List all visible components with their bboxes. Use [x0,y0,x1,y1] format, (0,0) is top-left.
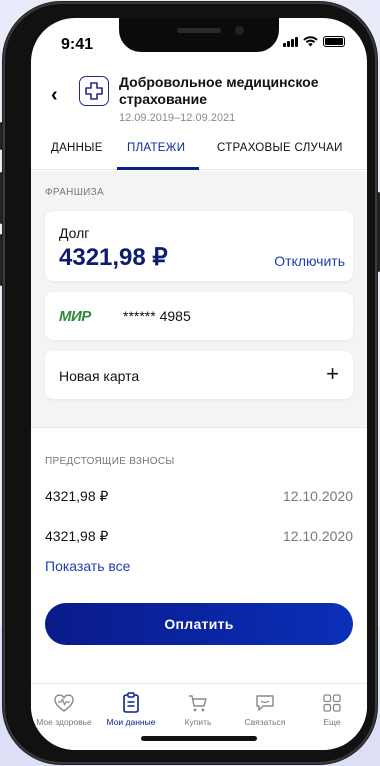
tab-payments[interactable]: ПЛАТЕЖИ [127,142,185,154]
nav-label: Купить [184,717,212,727]
debt-amount: 4321,98 ₽ [59,244,168,271]
card-number: ****** 4985 [123,308,191,324]
heart-pulse-icon [31,690,97,716]
payments-content: ФРАНШИЗА Долг 4321,98 ₽ Отключить МИР **… [31,171,367,683]
page-title: Добровольное медицинское страхование [119,74,319,107]
battery-icon [323,36,345,47]
disable-button[interactable]: Отключить [274,253,345,269]
nav-buy[interactable]: Купить [165,690,231,727]
cart-icon [165,690,231,716]
speaker [177,28,221,33]
medical-cross-icon [79,76,109,106]
mute-switch [0,122,3,150]
payment-date: 12.10.2020 [282,528,353,544]
nav-my-health[interactable]: Мое здоровье [31,690,97,727]
status-time: 9:41 [61,36,94,53]
payment-amount: 4321,98 ₽ [45,488,109,504]
payment-date: 12.10.2020 [282,488,353,504]
home-indicator [141,736,257,741]
signal-icon [283,37,298,47]
active-tab-indicator [117,167,199,170]
grid-icon [299,690,365,716]
policy-header: ‹ Добровольное медицинское страхование 1… [31,72,367,132]
volume-down-button [0,234,3,286]
app-screen: 9:41 ‹ Добровольное медицинское страхова… [31,18,367,750]
status-icons [283,36,345,47]
payment-row: 4321,98 ₽ 12.10.2020 [45,488,353,505]
chat-icon [232,690,298,716]
wifi-icon [303,36,318,47]
payment-amount: 4321,98 ₽ [45,528,109,544]
clipboard-icon [98,690,164,716]
franchise-label: ФРАНШИЗА [45,187,104,198]
tab-data[interactable]: ДАННЫЕ [51,142,103,154]
camera [235,26,244,35]
tabs-bar: ДАННЫЕ ПЛАТЕЖИ СТРАХОВЫЕ СЛУЧАИ [31,136,367,170]
debt-card: Долг 4321,98 ₽ Отключить [45,211,353,281]
nav-label: Еще [323,717,341,727]
plus-icon: + [326,361,339,386]
nav-label: Связаться [244,717,286,727]
mir-logo-icon: МИР [59,308,91,325]
payment-row: 4321,98 ₽ 12.10.2020 [45,528,353,545]
notch [119,18,279,52]
upcoming-payments: ПРЕДСТОЯЩИЕ ВЗНОСЫ 4321,98 ₽ 12.10.2020 … [31,427,367,683]
saved-card[interactable]: МИР ****** 4985 [45,292,353,340]
tab-insurance-cases[interactable]: СТРАХОВЫЕ СЛУЧАИ [217,142,343,154]
nav-more[interactable]: Еще [299,690,365,727]
pay-button[interactable]: Оплатить [45,603,353,645]
phone-frame: 9:41 ‹ Добровольное медицинское страхова… [0,2,380,764]
policy-dates: 12.09.2019–12.09.2021 [119,112,236,124]
nav-label: Мое здоровье [36,717,92,727]
back-button[interactable]: ‹ [51,84,58,107]
new-card-label: Новая карта [59,368,140,384]
nav-label: Мои данные [106,717,156,727]
upcoming-label: ПРЕДСТОЯЩИЕ ВЗНОСЫ [45,456,175,467]
debt-label: Долг [59,225,90,241]
nav-contact[interactable]: Связаться [232,690,298,727]
nav-my-data[interactable]: Мои данные [98,690,164,727]
volume-up-button [0,172,3,224]
new-card-button[interactable]: Новая карта + [45,351,353,399]
show-all-link[interactable]: Показать все [45,558,130,574]
